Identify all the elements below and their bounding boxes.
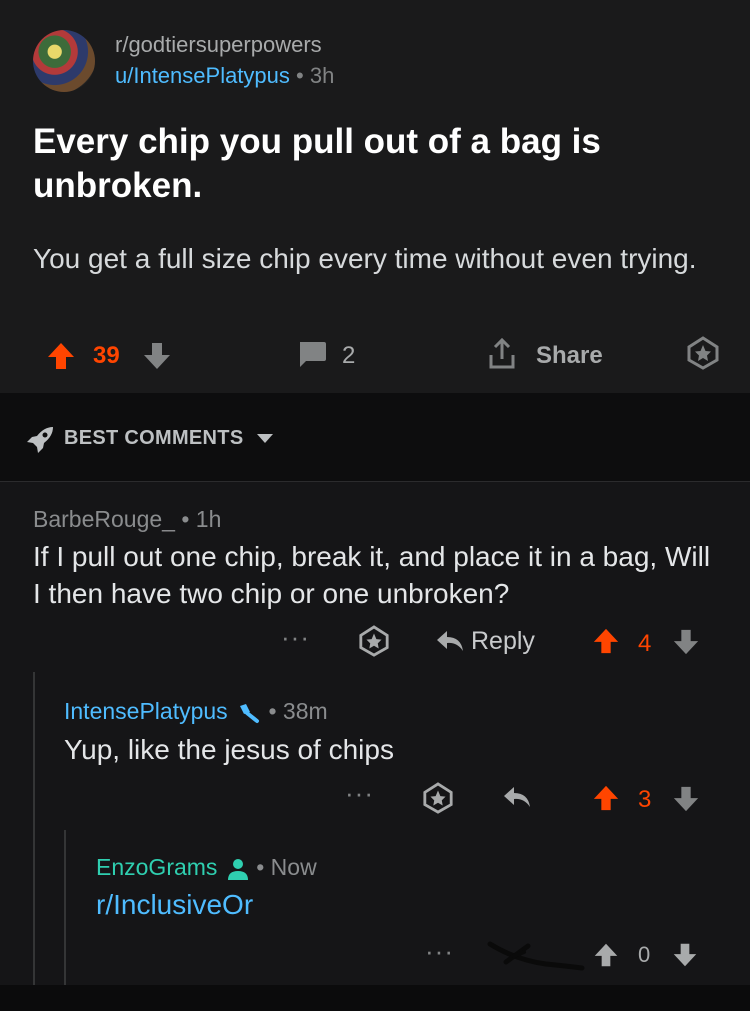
subreddit-avatar[interactable] [33,30,95,92]
share-label[interactable]: Share [536,342,603,370]
award-icon[interactable] [686,336,720,370]
comment-body: Yup, like the jesus of chips [64,734,394,765]
user-icon [227,858,248,880]
separator-dot: • [268,698,283,724]
post-title[interactable]: Every chip you pull out of a bag is unbr… [33,120,713,208]
more-options-icon[interactable]: ··· [345,778,374,809]
scribble-mark [487,941,585,971]
award-icon[interactable] [358,625,390,657]
comment-bubble-icon[interactable] [297,340,327,368]
comment-vote-count: 4 [638,630,652,657]
upvote-arrow-icon[interactable] [46,341,76,371]
post-time: 3h [309,63,335,88]
upvote-arrow-icon[interactable] [593,942,619,968]
post-body: You get a full size chip every time with… [33,243,697,274]
comment-sort-dropdown[interactable]: BEST COMMENTS [64,427,274,450]
separator-dot: • [296,63,310,88]
comment-author[interactable]: EnzoGrams [96,854,217,880]
subreddit-link[interactable]: r/InclusiveOr [96,886,716,923]
subreddit-name[interactable]: r/godtiersuperpowers [115,32,322,58]
downvote-arrow-icon[interactable] [672,628,700,656]
comment-vote-count: 0 [638,942,651,967]
comment-time: Now [270,854,317,880]
chevron-down-icon [257,434,274,444]
comment-vote-count: 3 [638,786,652,813]
comment-author[interactable]: BarbeRouge_ [33,506,175,532]
upvote-arrow-icon[interactable] [592,627,620,655]
downvote-arrow-icon[interactable] [142,341,172,371]
comment-meta: EnzoGrams • Now [96,854,317,881]
post-vote-count: 39 [93,342,120,369]
post-author-line: u/IntensePlatypus • 3h [115,63,334,89]
upvote-arrow-icon[interactable] [592,784,620,812]
thread-line[interactable] [33,672,35,985]
reply-label: Reply [471,627,535,655]
microphone-icon [240,703,260,723]
downvote-arrow-icon[interactable] [672,942,698,968]
comment-author-op[interactable]: IntensePlatypus [64,698,228,724]
post-card: r/godtiersuperpowers u/IntensePlatypus •… [0,0,750,393]
reply-arrow-icon [437,631,463,651]
comment-sort-label: BEST COMMENTS [64,427,244,449]
bottom-bar [0,985,750,1011]
separator-dot: • [256,854,271,880]
comment-meta: BarbeRouge_ • 1h [33,506,221,533]
rocket-icon [27,427,53,453]
comment-time: 38m [282,698,328,724]
share-icon[interactable] [486,337,518,371]
comment-meta: IntensePlatypus • 38m [64,698,328,725]
reply-arrow-icon[interactable] [502,785,532,811]
separator-dot: • [181,506,196,532]
award-icon[interactable] [422,782,454,814]
more-options-icon[interactable]: ··· [281,622,310,653]
thread-line[interactable] [64,830,66,985]
post-author[interactable]: u/IntensePlatypus [115,63,290,88]
comment-body: If I pull out one chip, break it, and pl… [33,541,711,609]
downvote-arrow-icon[interactable] [672,785,700,813]
comment-time: 1h [195,506,222,532]
more-options-icon[interactable]: ··· [425,936,454,967]
post-comment-count[interactable]: 2 [342,342,355,370]
